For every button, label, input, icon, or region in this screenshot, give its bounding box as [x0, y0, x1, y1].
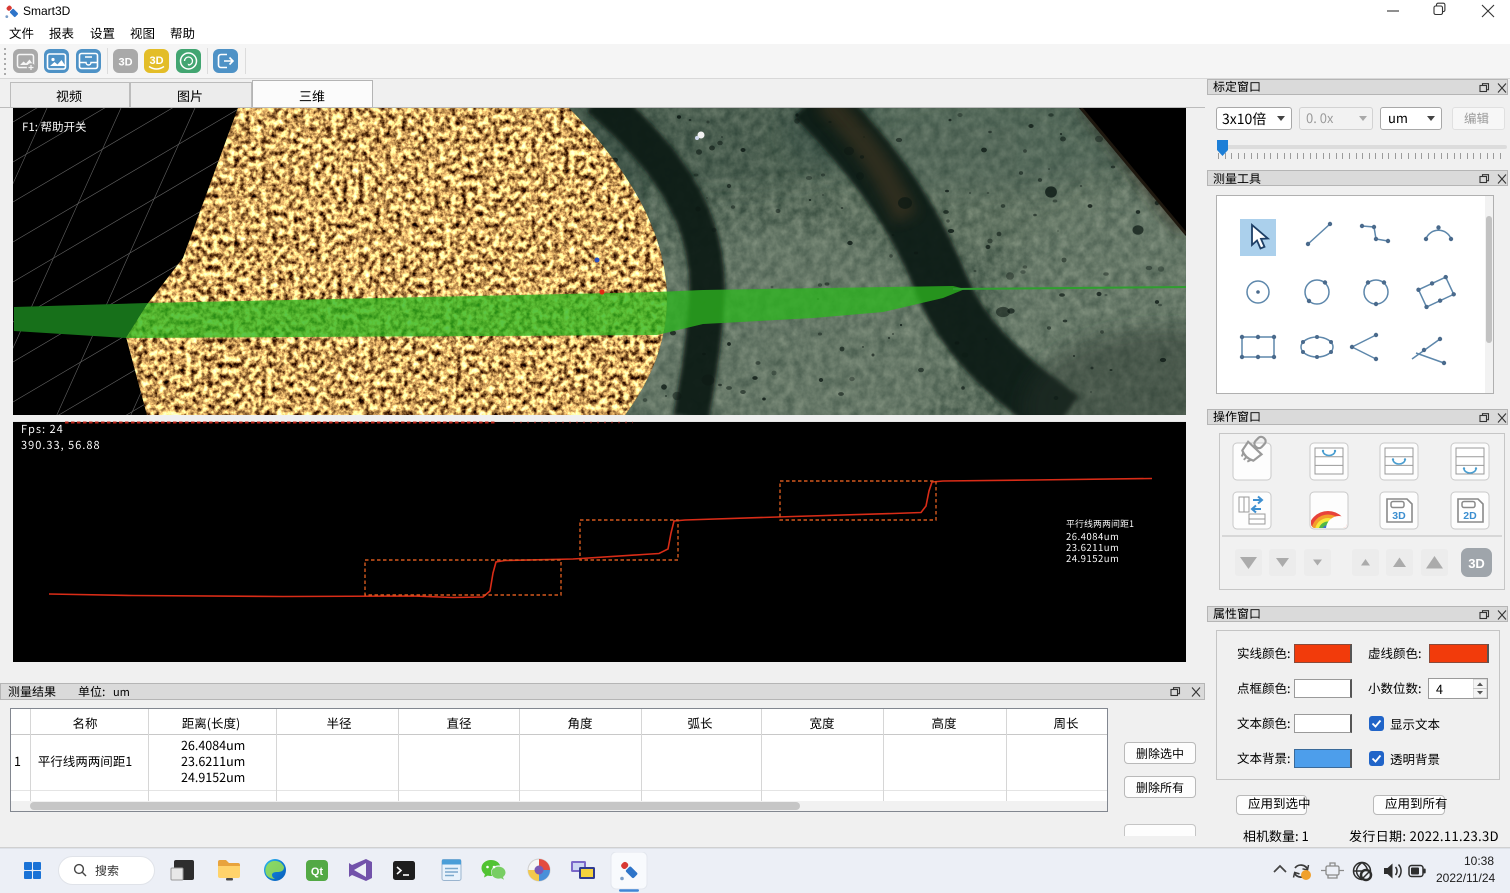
svg-text:3D: 3D — [118, 57, 132, 69]
svg-text:Qt: Qt — [311, 866, 324, 878]
svg-text:3D: 3D — [149, 55, 163, 67]
svg-text:3D: 3D — [1468, 556, 1485, 571]
svg-text:2D: 2D — [1463, 510, 1477, 522]
svg-text:3D: 3D — [1392, 510, 1406, 522]
